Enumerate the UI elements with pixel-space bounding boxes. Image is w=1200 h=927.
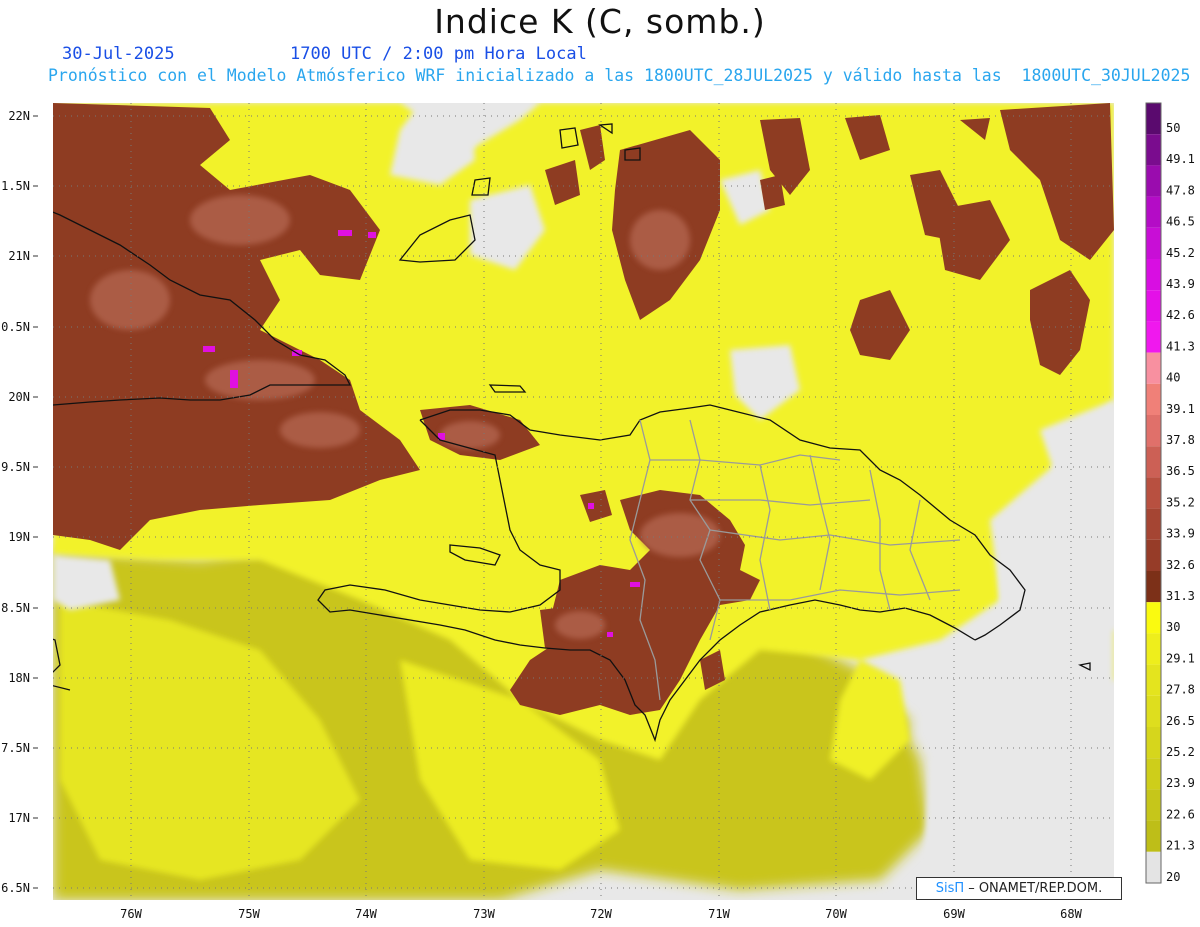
- lon-label: 74W: [355, 907, 377, 921]
- colorbar-swatch: [1146, 571, 1161, 603]
- colorbar-label: 47.8: [1166, 183, 1195, 197]
- lat-label: 17N: [8, 811, 30, 825]
- colorbar-swatch: [1146, 477, 1161, 509]
- colorbar-swatch: [1146, 196, 1161, 228]
- colorbar-swatch: [1146, 259, 1161, 291]
- colorbar-label: 37.8: [1166, 433, 1195, 447]
- colorbar-label: 42.6: [1166, 308, 1195, 322]
- colorbar-label: 45.2: [1166, 246, 1195, 260]
- valid-time: 1700 UTC / 2:00 pm Hora Local: [290, 44, 587, 64]
- lon-label: 73W: [473, 907, 495, 921]
- colorbar: 50 49.1 47.8 46.5 45.2 43.9 42.6 41.3 40 39.1 37.8…: [1145, 102, 1195, 884]
- colorbar-label: 40: [1166, 371, 1180, 385]
- lat-label: 8.5N: [1, 601, 30, 615]
- lon-label: 75W: [238, 907, 260, 921]
- colorbar-swatch: [1146, 383, 1161, 415]
- colorbar-label: 49.1: [1166, 152, 1195, 166]
- lon-label: 68W: [1060, 907, 1082, 921]
- colorbar-label: 46.5: [1166, 215, 1195, 229]
- lat-label: 9.5N: [1, 460, 30, 474]
- colorbar-swatch: [1146, 851, 1161, 883]
- colorbar-swatch: [1146, 227, 1161, 259]
- colorbar-label: 23.9: [1166, 776, 1195, 790]
- organization-label: – ONAMET/REP.DOM.: [968, 881, 1103, 896]
- colorbar-swatch: [1146, 446, 1161, 478]
- k-index-map: 22N 1.5N 21N 0.5N 20N 9.5N 19N 8.5N 18N …: [1, 102, 1195, 921]
- colorbar-swatch: [1146, 695, 1161, 727]
- colorbar-label: 50: [1166, 121, 1180, 135]
- colorbar-label: 21.3: [1166, 839, 1195, 853]
- colorbar-label: 39.1: [1166, 402, 1195, 416]
- lat-label: 1.5N: [1, 179, 30, 193]
- colorbar-swatch: [1146, 415, 1161, 447]
- colorbar-swatch: [1146, 134, 1161, 166]
- colorbar-swatch: [1146, 633, 1161, 665]
- credit-box: SisΠ – ONAMET/REP.DOM.: [916, 877, 1122, 900]
- colorbar-label: 29.1: [1166, 651, 1195, 665]
- longitude-labels: 76W 75W 74W 73W 72W 71W 70W 69W 68W: [120, 907, 1082, 921]
- lat-label: 19N: [8, 530, 30, 544]
- colorbar-label: 26.5: [1166, 714, 1195, 728]
- colorbar-swatch: [1146, 508, 1161, 540]
- colorbar-swatch: [1146, 290, 1161, 322]
- colorbar-swatch: [1146, 758, 1161, 790]
- lat-label: 21N: [8, 249, 30, 263]
- colorbar-swatch: [1146, 664, 1161, 696]
- colorbar-swatch: [1146, 103, 1161, 135]
- lat-label: 0.5N: [1, 320, 30, 334]
- lon-label: 72W: [590, 907, 612, 921]
- colorbar-swatch: [1146, 727, 1161, 759]
- colorbar-label: 33.9: [1166, 527, 1195, 541]
- colorbar-swatch: [1146, 352, 1161, 384]
- colorbar-swatch: [1146, 165, 1161, 197]
- brand-logo: SisΠ: [935, 881, 965, 896]
- forecast-info: Pronóstico con el Modelo Atmósferico WRF…: [48, 66, 1191, 85]
- colorbar-swatch: [1146, 602, 1161, 634]
- colorbar-label: 25.2: [1166, 745, 1195, 759]
- colorbar-swatch: [1146, 789, 1161, 821]
- colorbar-swatch: [1146, 820, 1161, 852]
- chart-title: Indice K (C, somb.): [434, 2, 766, 41]
- lat-label: 7.5N: [1, 741, 30, 755]
- colorbar-swatch: [1146, 321, 1161, 353]
- colorbar-label: 43.9: [1166, 277, 1195, 291]
- colorbar-swatch: [1146, 539, 1161, 571]
- lat-label: 20N: [8, 390, 30, 404]
- lon-label: 69W: [943, 907, 965, 921]
- latitude-ticks: [33, 115, 38, 889]
- lat-label: 18N: [8, 671, 30, 685]
- lat-label: 22N: [8, 109, 30, 123]
- colorbar-label: 27.8: [1166, 683, 1195, 697]
- colorbar-label: 36.5: [1166, 464, 1195, 478]
- lat-label: 6.5N: [1, 881, 30, 895]
- colorbar-label: 32.6: [1166, 558, 1195, 572]
- colorbar-label: 20: [1166, 870, 1180, 884]
- colorbar-label: 35.2: [1166, 495, 1195, 509]
- lon-label: 71W: [708, 907, 730, 921]
- colorbar-label: 31.3: [1166, 589, 1195, 603]
- latitude-labels: 22N 1.5N 21N 0.5N 20N 9.5N 19N 8.5N 18N …: [1, 109, 30, 895]
- lon-label: 76W: [120, 907, 142, 921]
- forecast-date: 30-Jul-2025: [62, 44, 175, 64]
- colorbar-label: 22.6: [1166, 807, 1195, 821]
- lon-label: 70W: [825, 907, 847, 921]
- colorbar-label: 30: [1166, 620, 1180, 634]
- colorbar-label: 41.3: [1166, 339, 1195, 353]
